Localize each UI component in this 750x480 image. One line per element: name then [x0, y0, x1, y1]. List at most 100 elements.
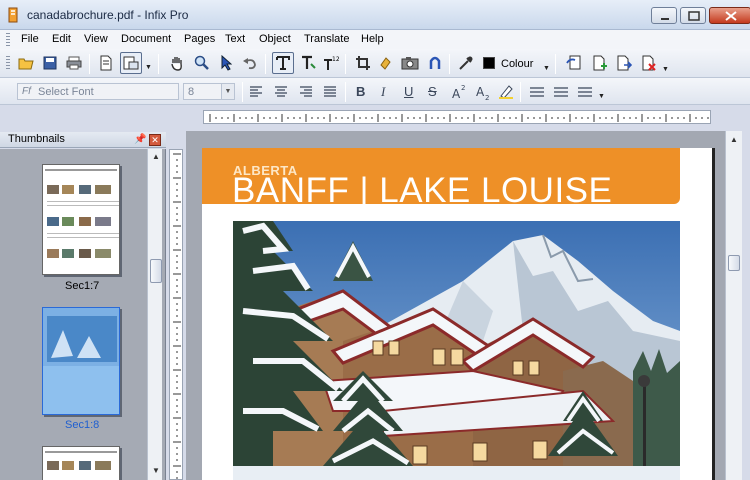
line-spacing-icon[interactable] — [526, 81, 548, 103]
colour-swatch-icon[interactable] — [483, 57, 495, 69]
superscript-icon[interactable]: A2 — [448, 81, 470, 103]
thumbnails-header: Thumbnails 📌 ✕ — [0, 132, 166, 148]
subscript-icon[interactable]: A2 — [472, 81, 494, 103]
menu-help[interactable]: Help — [361, 33, 384, 45]
vertical-ruler — [169, 149, 183, 480]
font-select[interactable]: Ff Select Font — [17, 83, 179, 100]
page-icon[interactable] — [95, 52, 117, 74]
separator — [265, 54, 266, 74]
select-arrow-icon[interactable] — [215, 52, 237, 74]
print-icon[interactable] — [63, 52, 85, 74]
svg-text:2: 2 — [485, 94, 489, 100]
replace-page-icon[interactable] — [564, 52, 586, 74]
document-scrollbar[interactable]: ▲ — [725, 131, 742, 480]
thumbnail-preview — [43, 308, 119, 414]
separator — [89, 54, 90, 74]
scrollbar-thumb[interactable] — [728, 255, 740, 271]
separator — [345, 82, 346, 102]
delete-page-icon[interactable] — [638, 52, 660, 74]
menu-file[interactable]: File — [21, 33, 39, 45]
add-page-icon[interactable] — [589, 52, 611, 74]
underline-icon[interactable]: U — [404, 84, 413, 99]
thumbnail-preview — [45, 169, 119, 258]
svg-text:123: 123 — [332, 56, 339, 63]
italic-icon[interactable]: I — [381, 84, 385, 100]
close-button[interactable] — [709, 7, 750, 24]
align-left-icon[interactable] — [245, 81, 267, 103]
font-size-value: 8 — [188, 86, 195, 98]
scroll-up-icon[interactable]: ▲ — [727, 133, 741, 147]
font-size-select[interactable]: 8 ▼ — [183, 83, 235, 100]
svg-text:A: A — [452, 87, 461, 100]
menu-pages[interactable]: Pages — [184, 33, 215, 45]
page-layout-icon[interactable] — [120, 52, 142, 74]
link-icon[interactable] — [375, 52, 397, 74]
colour-dropdown-icon[interactable]: ▼ — [543, 65, 550, 72]
indent-icon[interactable] — [574, 81, 596, 103]
save-icon[interactable] — [39, 52, 61, 74]
page-thumbnail-selected[interactable] — [42, 307, 120, 415]
thumbnails-title: Thumbnails — [8, 133, 65, 145]
thumbnail-label[interactable]: Sec1:7 — [65, 280, 99, 292]
highlight-icon[interactable] — [495, 81, 517, 103]
text-number-icon[interactable]: 123 — [320, 52, 342, 74]
page-thumbnail[interactable] — [42, 446, 120, 480]
page-tools-dropdown-icon[interactable]: ▼ — [662, 66, 669, 73]
menu-edit[interactable]: Edit — [52, 33, 71, 45]
menu-object[interactable]: Object — [259, 33, 291, 45]
crop-icon[interactable] — [352, 52, 374, 74]
text-tool-icon[interactable] — [272, 52, 294, 74]
menu-view[interactable]: View — [84, 33, 108, 45]
menu-text[interactable]: Text — [225, 33, 245, 45]
close-icon[interactable]: ✕ — [149, 134, 161, 146]
eyedropper-icon[interactable] — [455, 52, 477, 74]
justify-icon[interactable] — [319, 81, 341, 103]
paragraph-spacing-icon[interactable] — [550, 81, 572, 103]
separator — [158, 54, 159, 74]
svg-text:A: A — [476, 85, 485, 99]
separator — [242, 82, 243, 102]
scrollbar-thumb[interactable] — [150, 259, 162, 283]
thumbnails-scrollbar[interactable]: ▲ ▼ — [147, 149, 162, 480]
undo-icon[interactable] — [239, 52, 261, 74]
window-title: canadabrochure.pdf - Infix Pro — [27, 8, 189, 22]
lodge-photo[interactable] — [233, 221, 680, 480]
toolbar-grip — [6, 56, 10, 69]
banner-title[interactable]: BANFF | LAKE LOUISE — [232, 171, 612, 211]
separator — [555, 54, 556, 74]
colour-label[interactable]: Colour — [501, 58, 533, 70]
align-center-icon[interactable] — [270, 81, 292, 103]
minimize-button[interactable] — [651, 7, 677, 24]
extract-page-icon[interactable] — [613, 52, 635, 74]
menu-grip — [6, 33, 10, 46]
separator — [345, 54, 346, 74]
magnet-icon[interactable] — [424, 52, 446, 74]
thumbnail-preview — [45, 451, 117, 470]
separator — [449, 54, 450, 74]
text-edit-icon[interactable] — [297, 52, 319, 74]
chevron-down-icon[interactable]: ▼ — [598, 93, 605, 100]
zoom-icon[interactable] — [191, 52, 213, 74]
hand-icon[interactable] — [166, 52, 188, 74]
camera-icon[interactable] — [399, 52, 421, 74]
font-placeholder: Select Font — [38, 86, 94, 98]
horizontal-ruler — [203, 110, 711, 124]
scroll-up-icon[interactable]: ▲ — [149, 150, 163, 164]
pin-icon[interactable]: 📌 — [134, 134, 146, 145]
menu-translate[interactable]: Translate — [304, 33, 349, 45]
align-right-icon[interactable] — [295, 81, 317, 103]
scroll-down-icon[interactable]: ▼ — [149, 464, 163, 478]
bold-icon[interactable]: B — [356, 84, 365, 99]
chevron-down-icon[interactable]: ▼ — [145, 64, 152, 71]
app-icon — [8, 7, 18, 23]
svg-text:2: 2 — [461, 84, 465, 92]
thumbnail-label[interactable]: Sec1:8 — [65, 419, 99, 431]
separator — [520, 82, 521, 102]
page-thumbnail[interactable] — [42, 164, 120, 275]
strikethrough-icon[interactable]: S — [428, 84, 437, 99]
chevron-down-icon[interactable]: ▼ — [221, 84, 234, 99]
menu-bar: File Edit View Document Pages Text Objec… — [0, 30, 750, 49]
maximize-button[interactable] — [680, 7, 706, 24]
open-folder-icon[interactable] — [15, 52, 37, 74]
menu-document[interactable]: Document — [121, 33, 171, 45]
